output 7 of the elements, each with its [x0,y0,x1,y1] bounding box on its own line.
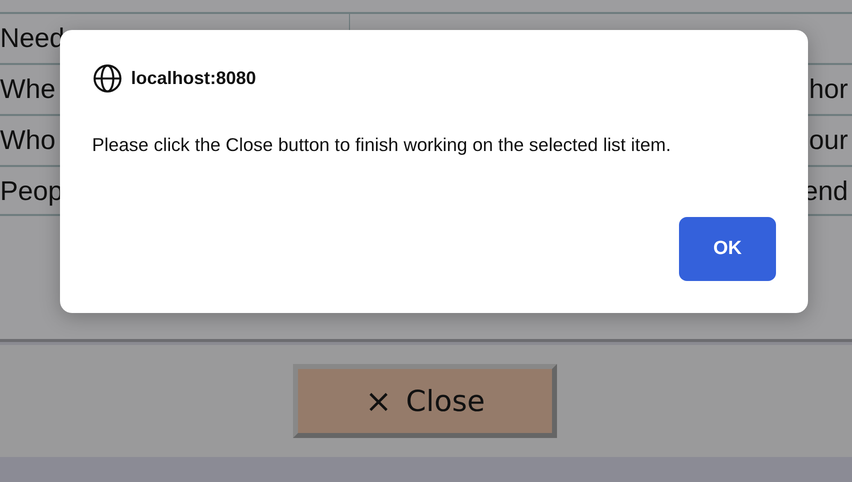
table-cell: hor [808,74,848,104]
table-cell: our [808,125,848,155]
close-button[interactable]: × Close [293,364,557,438]
close-icon: × [365,382,392,420]
ok-button[interactable]: OK [679,217,776,281]
dialog-title: localhost:8080 [131,68,256,89]
globe-icon [92,63,123,94]
